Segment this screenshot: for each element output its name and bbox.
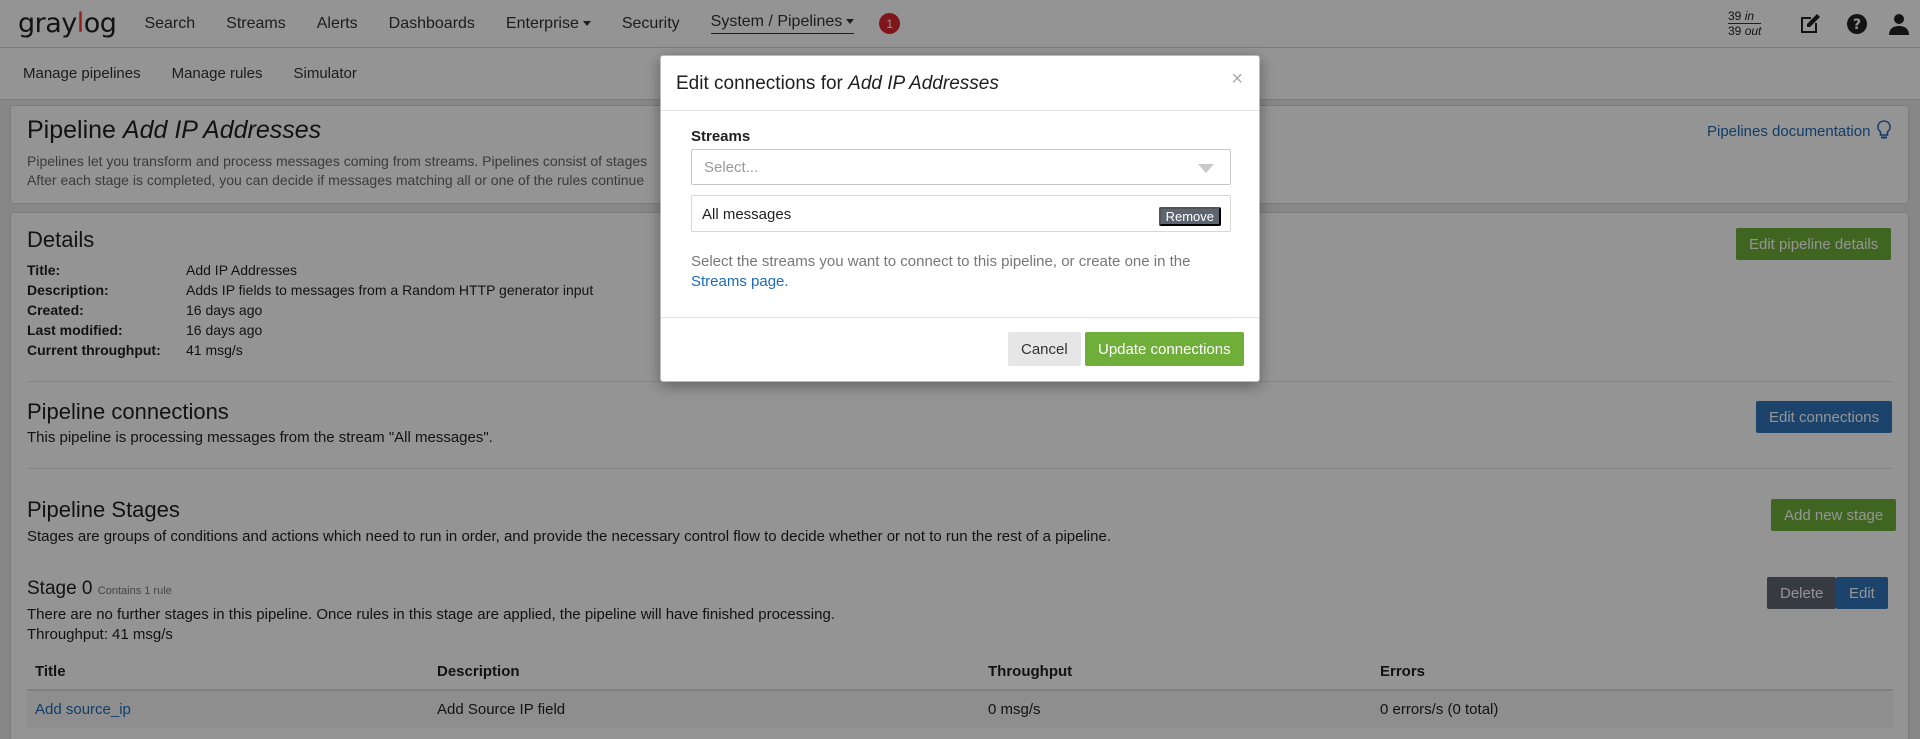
- remove-stream-button[interactable]: Remove: [1158, 207, 1221, 226]
- streams-help-text: Select the streams you want to connect t…: [691, 253, 1191, 290]
- streams-select-placeholder: Select...: [704, 159, 759, 176]
- chevron-down-icon[interactable]: [1198, 164, 1214, 173]
- selected-streams-list: All messages Remove: [691, 195, 1231, 232]
- edit-connections-modal: Edit connections for Add IP Addresses × …: [660, 55, 1260, 382]
- close-icon[interactable]: ×: [1231, 68, 1243, 91]
- update-connections-button[interactable]: Update connections: [1085, 332, 1244, 366]
- streams-field-label: Streams: [691, 128, 751, 145]
- list-item: All messages: [702, 206, 792, 223]
- modal-footer-divider: [661, 317, 1259, 318]
- streams-select[interactable]: Select...: [691, 149, 1231, 185]
- modal-header: Edit connections for Add IP Addresses ×: [661, 56, 1259, 111]
- cancel-button[interactable]: Cancel: [1008, 332, 1081, 366]
- streams-page-link[interactable]: Streams page.: [691, 273, 789, 290]
- modal-title: Edit connections for Add IP Addresses: [676, 73, 999, 94]
